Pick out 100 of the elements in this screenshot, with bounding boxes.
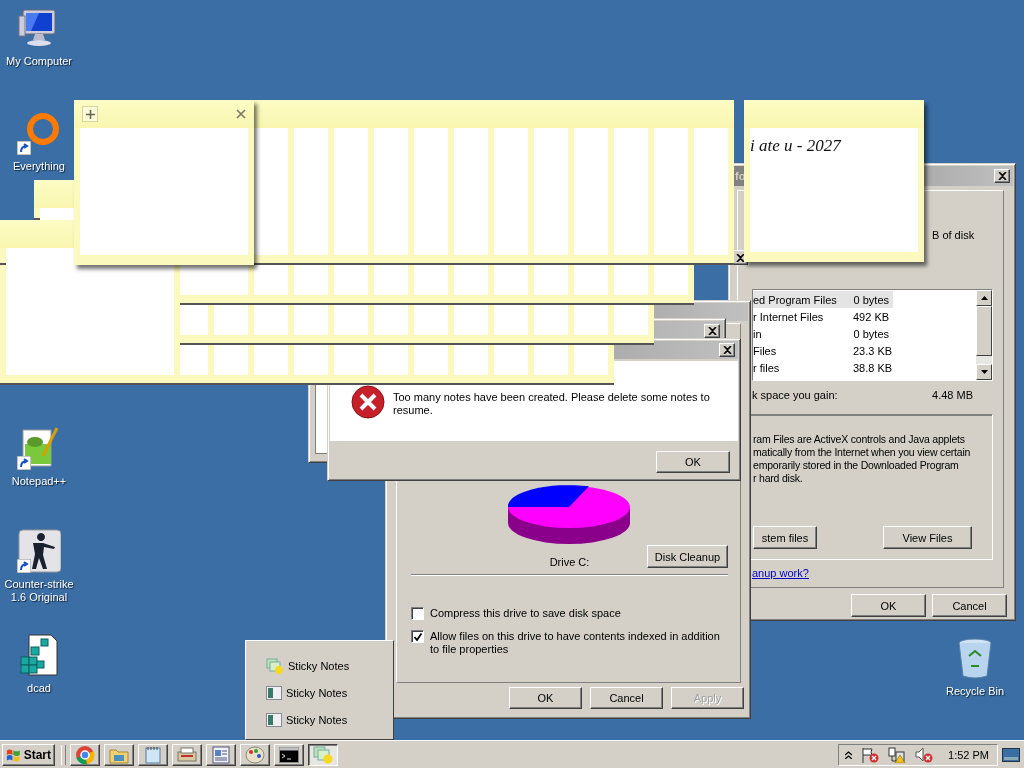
document-icon[interactable] (212, 745, 230, 764)
list-row[interactable]: ed Program Files 0 bytes (753, 291, 893, 308)
sticky-note[interactable] (0, 265, 180, 385)
cubes-icon (17, 633, 61, 677)
dialog-button[interactable]: OK (851, 594, 926, 617)
desktop-icon[interactable]: Everything (0, 111, 78, 173)
sticky-note[interactable] (180, 265, 254, 305)
list-row[interactable]: r files 38.8 KB (753, 359, 893, 376)
desktop-icon[interactable]: Counter-strike 1.6 Original (0, 529, 78, 604)
sticky-note[interactable] (374, 345, 414, 385)
list-row[interactable]: in 0 bytes (753, 325, 893, 342)
checkbox-label[interactable]: Allow files on this drive to have contents indexed in addition to file properties (430, 630, 728, 656)
notepad-icon[interactable] (145, 745, 161, 764)
palette-icon[interactable] (245, 745, 265, 764)
sticky-note[interactable] (374, 305, 414, 345)
desktop-icon-label[interactable]: Notepad++ (11, 475, 67, 488)
sticky-note[interactable] (254, 345, 294, 385)
desktop-icon-label[interactable]: Everything (13, 160, 65, 173)
desktop-icon-label[interactable]: My Computer (6, 55, 72, 68)
sticky-note[interactable] (534, 265, 574, 305)
sticky-note[interactable] (494, 265, 534, 305)
sticky-note[interactable] (494, 305, 534, 345)
sticky-note[interactable] (534, 305, 574, 345)
dialog-button[interactable]: Cancel (590, 687, 663, 709)
console-icon[interactable] (279, 746, 299, 763)
checkbox-label[interactable]: Compress this drive to save disk space (430, 607, 621, 620)
desktop-icon-label[interactable]: dcad (27, 682, 51, 695)
window-icon (266, 686, 282, 700)
menu-item[interactable]: Sticky Notes (266, 712, 393, 728)
sticky-note[interactable] (414, 305, 454, 345)
scroll-bar[interactable] (976, 290, 992, 380)
speaker-muted-icon[interactable] (915, 746, 934, 763)
checkbox[interactable] (411, 630, 424, 643)
disk-cleanup-button[interactable]: Disk Cleanup (647, 545, 728, 568)
flag-icon[interactable] (861, 746, 880, 763)
dialog-button[interactable]: OK (509, 687, 582, 709)
desktop-icon[interactable]: dcad (0, 633, 78, 695)
list-row[interactable]: r Internet Files 492 KB (753, 308, 893, 325)
menu-item[interactable]: Sticky Notes (266, 685, 393, 701)
desktop-icon-label[interactable]: Recycle Bin (945, 685, 1005, 698)
taskbar-button[interactable] (308, 743, 338, 766)
desktop-icon[interactable]: My Computer (0, 6, 78, 68)
sticky-note[interactable] (574, 265, 614, 305)
list-row[interactable]: Files 23.3 KB (753, 342, 893, 359)
chevron-up-icon[interactable] (845, 750, 853, 759)
network-icon[interactable] (888, 746, 907, 763)
sticky-note[interactable] (294, 345, 334, 385)
sticky-note[interactable] (454, 345, 494, 385)
sticky-note[interactable] (654, 265, 694, 305)
sticky-note[interactable] (454, 265, 494, 305)
chrome-icon[interactable] (75, 744, 95, 765)
sticky-note[interactable] (214, 305, 254, 345)
desktop-icon[interactable]: Notepad++ (0, 426, 78, 488)
note-text: i ate u - 2027 (750, 135, 843, 156)
help-link[interactable]: anup work? (752, 567, 1003, 579)
file-size: 0 bytes (853, 327, 889, 340)
sticky-note[interactable] (414, 345, 454, 385)
shortcut-arrow-icon (17, 559, 31, 573)
file-name: r Internet Files (753, 310, 825, 323)
desktop-icon-label[interactable]: Counter-strike 1.6 Original (0, 578, 78, 604)
sticky-note[interactable] (334, 345, 374, 385)
sticky-note[interactable] (454, 305, 494, 345)
sticky-note[interactable] (214, 345, 254, 385)
sticky-note[interactable] (334, 265, 374, 305)
view-files-button[interactable]: View Files (883, 526, 972, 549)
sticky-note[interactable] (254, 265, 294, 305)
menu-item[interactable]: Sticky Notes (266, 658, 393, 674)
sticky-note[interactable] (574, 305, 614, 345)
sticky-note[interactable] (414, 265, 454, 305)
sticky-note[interactable] (254, 100, 294, 265)
sticky-note[interactable] (494, 345, 534, 385)
sticky-note[interactable] (180, 305, 214, 345)
sticky-note[interactable] (534, 345, 574, 385)
sticky-note[interactable]: i ate u - 2027 (744, 100, 924, 262)
sticky-note[interactable] (374, 265, 414, 305)
description-text: ram Files are ActiveX controls and Java applets matically from the Internet when you view certain emporarily stored in the Downloaded Program r hard disk. (753, 433, 972, 485)
ok-button[interactable]: OK (656, 451, 730, 473)
sticky-note[interactable] (294, 265, 334, 305)
sticky-note[interactable] (254, 305, 294, 345)
start-button[interactable]: Start (2, 743, 55, 766)
sticky-note[interactable] (574, 345, 614, 385)
file-name: r files (753, 361, 781, 374)
notes-app-icon (266, 658, 284, 674)
soldier-icon (17, 529, 61, 573)
checkbox[interactable] (411, 607, 424, 620)
sticky-note[interactable] (614, 305, 654, 345)
clock[interactable]: 1:52 PM (948, 748, 989, 761)
system-files-button[interactable]: stem files (753, 526, 817, 549)
sticky-note[interactable] (334, 305, 374, 345)
desktop-icon[interactable]: Recycle Bin (936, 636, 1014, 698)
sticky-note[interactable] (180, 345, 214, 385)
file-size: 0 bytes (853, 293, 889, 306)
show-desktop-icon[interactable] (1002, 747, 1020, 762)
up-arrow-icon[interactable] (980, 296, 988, 300)
sticky-note[interactable] (614, 265, 654, 305)
dialog-button[interactable]: Cancel (932, 594, 1007, 617)
down-arrow-icon[interactable] (980, 370, 988, 374)
sticky-note[interactable] (294, 305, 334, 345)
shortcut-arrow-icon (17, 456, 31, 470)
printer-icon[interactable] (177, 745, 197, 764)
